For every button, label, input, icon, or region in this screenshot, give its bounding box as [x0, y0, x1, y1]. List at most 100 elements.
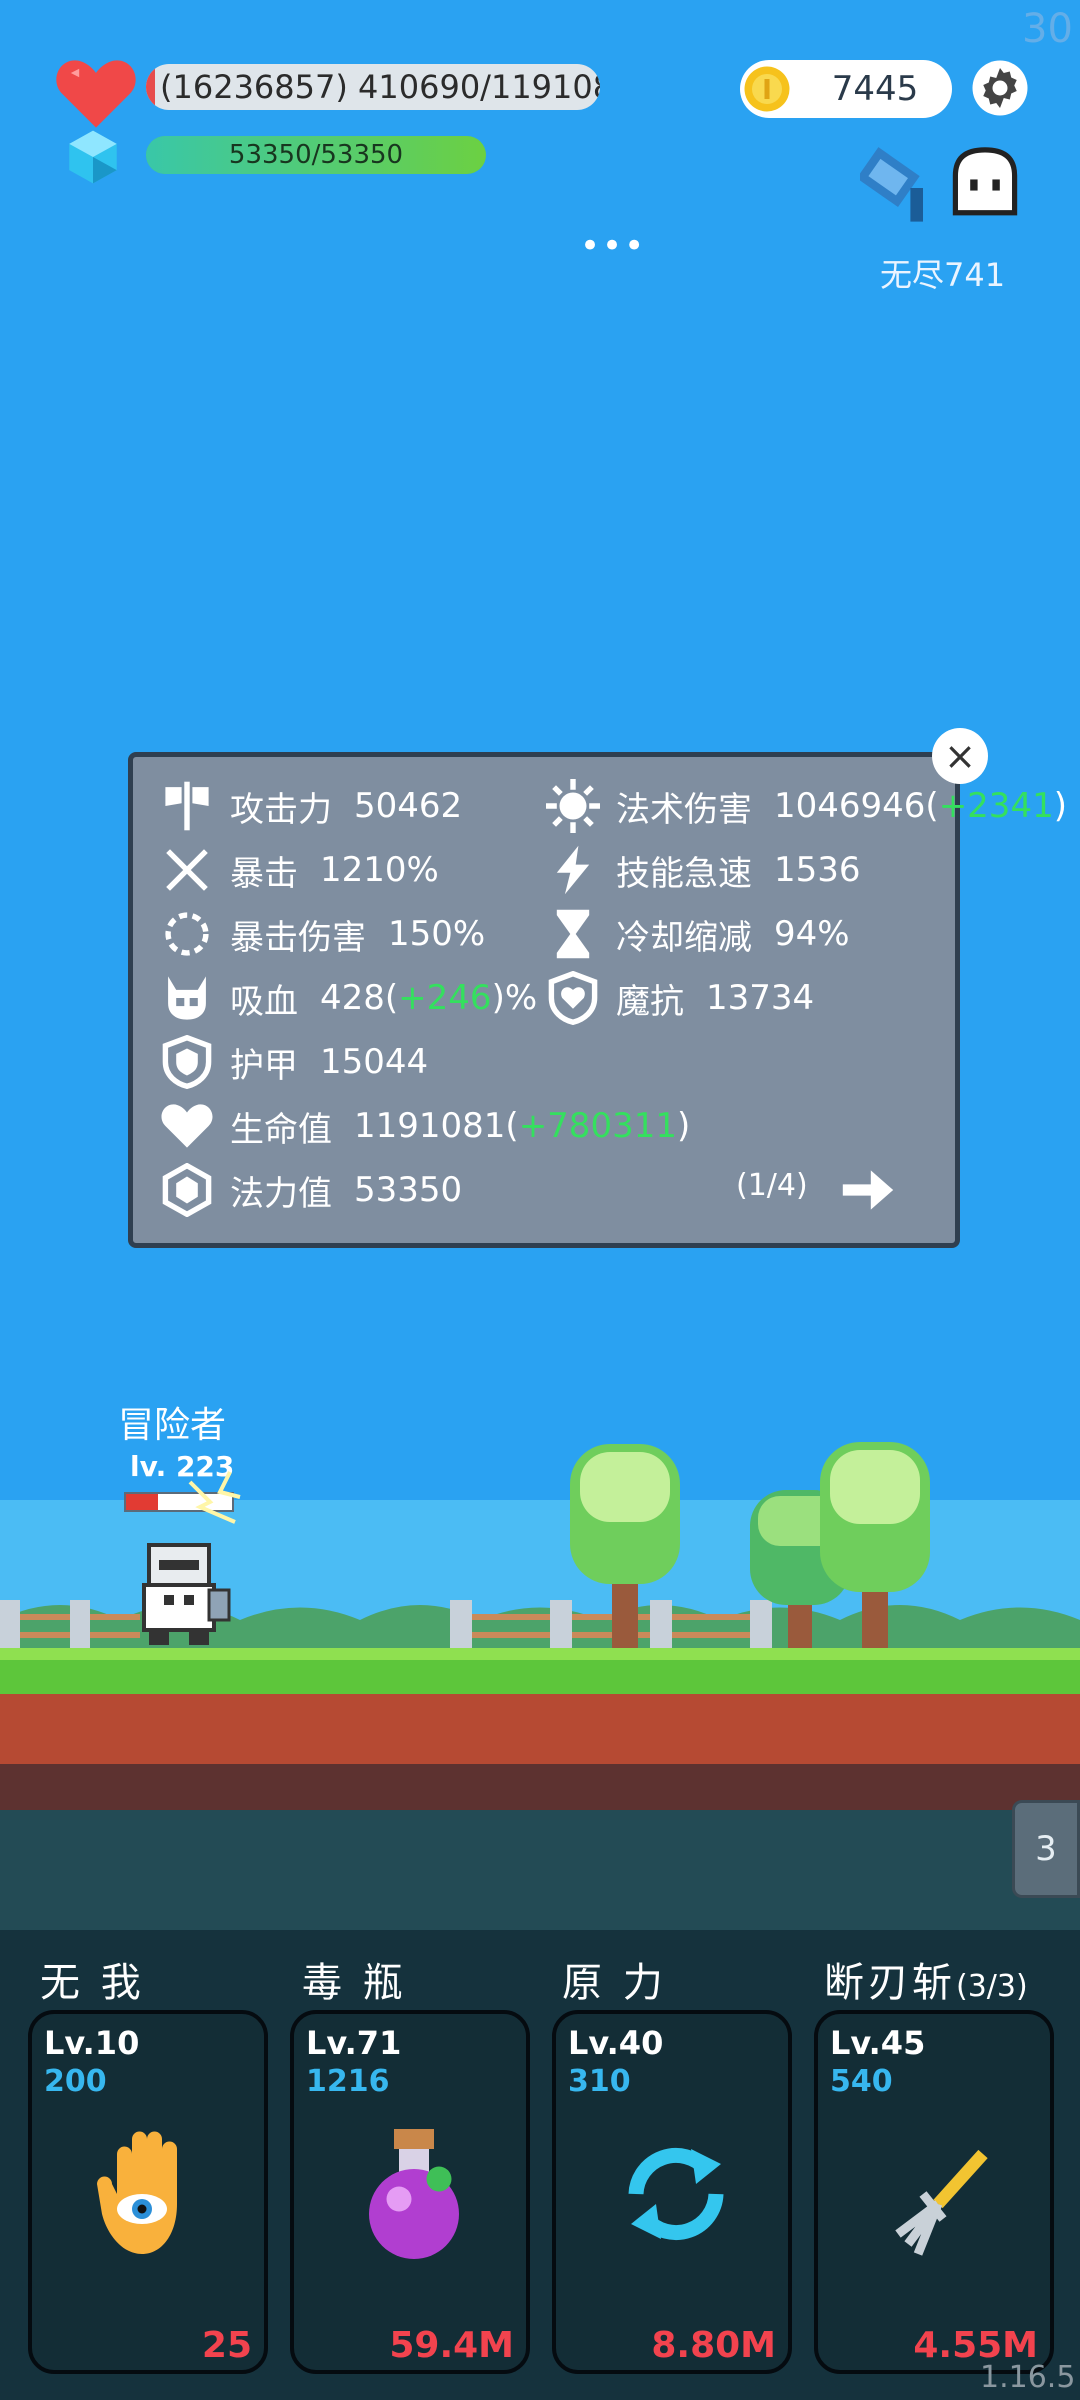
hp-text: (16236857) 410690/1191081 — [160, 68, 600, 106]
stat-name: 魔抗 — [616, 981, 684, 1022]
skill-title-text: 无 我 — [40, 1960, 145, 2006]
lifesteal-icon — [168, 976, 206, 1020]
stat-value: 53350 — [354, 1170, 463, 1210]
magic-shield-icon — [548, 971, 598, 1025]
skill-title-4: 断刃斩(3/3) — [824, 1950, 1028, 2008]
skill-title-1: 无 我 — [40, 1950, 145, 2008]
dark-dirt-layer — [0, 1764, 1080, 1810]
stat-spell-damage: 法术伤害 1046946(+2341) — [546, 778, 1067, 834]
skill-title-3: 原 力 — [562, 1950, 667, 2008]
skill-title-text: 断刃斩 — [824, 1960, 956, 2006]
mp-text: 53350/53350 — [228, 140, 404, 170]
mana-icon — [162, 1163, 212, 1217]
stat-magic-resist: 魔抗 13734 — [546, 970, 814, 1026]
eye-hand-icon — [97, 2131, 177, 2254]
stat-crit: 暴击 1210% — [160, 842, 439, 898]
stat-lifesteal: 吸血 428(+246)% — [160, 970, 537, 1026]
stat-bonus: +246 — [398, 978, 492, 1018]
crit-icon — [166, 849, 208, 891]
lightning-effect-icon — [188, 1471, 241, 1524]
skill-card-3[interactable]: Lv.40 310 8.80M — [552, 2010, 792, 2374]
dirt-layer — [0, 1694, 1080, 1764]
skill-cost: 25 — [201, 2325, 252, 2366]
tree — [570, 1444, 680, 1654]
heart-icon — [56, 60, 136, 128]
stat-name: 技能急速 — [616, 853, 752, 894]
stat-suffix: ) — [676, 1106, 691, 1146]
endless-mode-label: 无尽741 — [880, 256, 1006, 294]
stat-value: 150% — [388, 914, 486, 954]
refresh-icon — [628, 2147, 724, 2241]
more-menu-button[interactable]: ••• — [580, 226, 646, 266]
stat-name: 暴击伤害 — [230, 917, 366, 958]
close-button[interactable]: × — [932, 728, 988, 784]
crit-damage-icon — [165, 912, 209, 956]
skill-power: 200 — [44, 2064, 107, 2099]
side-tab[interactable]: 3 — [1012, 1800, 1080, 1898]
stat-health: 生命值 1191081(+780311) — [160, 1098, 690, 1154]
skill-level: Lv.71 — [306, 2024, 402, 2062]
stat-bonus: +2341 — [938, 786, 1054, 826]
skill-power: 540 — [830, 2064, 893, 2099]
stat-name: 法术伤害 — [616, 789, 752, 830]
stat-attack: 攻击力 50462 — [160, 778, 462, 834]
mana-gem-icon — [69, 130, 117, 184]
lightning-icon — [556, 845, 590, 895]
trident-icon — [895, 2149, 988, 2256]
skill-card-1[interactable]: Lv.10 200 25 — [28, 2010, 268, 2374]
sun-icon — [546, 779, 600, 833]
water-layer — [0, 1810, 1080, 1930]
stat-name: 法力值 — [230, 1173, 332, 1214]
skill-card-4[interactable]: Lv.45 540 4.55M — [814, 2010, 1054, 2374]
hero-hp-fill — [126, 1494, 158, 1510]
skill-cost: 59.4M — [389, 2325, 514, 2366]
stat-cooldown: 冷却缩减 94% — [546, 906, 850, 962]
stat-suffix: )% — [491, 978, 538, 1018]
gear-icon[interactable] — [970, 58, 1030, 118]
armor-icon — [162, 1035, 212, 1089]
stat-value: 94% — [774, 914, 850, 954]
knight-hero-sprite[interactable] — [128, 1540, 240, 1650]
next-arrow-icon[interactable] — [840, 1164, 896, 1216]
skill-title-text: 原 力 — [562, 1960, 667, 2006]
mp-bar: 53350/53350 — [146, 136, 486, 174]
stat-mana: 法力值 53350 — [160, 1162, 462, 1218]
fps-counter: 30 — [1022, 6, 1073, 52]
hp-bar: (16236857) 410690/1191081 — [146, 64, 600, 110]
heart-stat-icon — [161, 1104, 213, 1148]
stat-armor: 护甲 15044 — [160, 1034, 428, 1090]
stat-suffix: ) — [1053, 786, 1067, 826]
skill-power: 1216 — [306, 2064, 390, 2099]
ghost-icon[interactable] — [948, 146, 1022, 224]
stat-value: 1046946( — [774, 786, 939, 826]
fence — [0, 1600, 140, 1650]
stat-name: 护甲 — [230, 1045, 298, 1086]
stat-value: 1191081( — [354, 1106, 519, 1146]
stat-name: 冷却缩减 — [616, 917, 752, 958]
page-indicator: (1/4) — [736, 1168, 808, 1203]
hourglass-icon — [556, 909, 590, 959]
tree — [820, 1442, 930, 1660]
stat-value: 13734 — [706, 978, 815, 1018]
stat-crit-damage: 暴击伤害 150% — [160, 906, 485, 962]
coin-icon — [744, 66, 790, 112]
skill-power: 310 — [568, 2064, 631, 2099]
stat-skill-haste: 技能急速 1536 — [546, 842, 861, 898]
stat-value: 1536 — [774, 850, 861, 890]
skill-cost: 8.80M — [651, 2325, 776, 2366]
gold-amount: 7445 — [831, 69, 919, 109]
stat-name: 生命值 — [230, 1109, 332, 1150]
poison-bottle-icon — [369, 2129, 459, 2259]
hero-name: 冒险者 — [118, 1405, 227, 1446]
axe-icon — [165, 781, 209, 831]
hp-bar-fill — [146, 64, 156, 110]
stat-bonus: +780311 — [518, 1106, 677, 1146]
skill-card-2[interactable]: Lv.71 1216 59.4M — [290, 2010, 530, 2374]
stat-value: 428( — [320, 978, 399, 1018]
stat-name: 吸血 — [230, 981, 298, 1022]
skill-level: Lv.10 — [44, 2024, 140, 2062]
stat-value: 15044 — [320, 1042, 429, 1082]
pixel-flag-icon[interactable] — [860, 146, 944, 230]
stat-value: 1210% — [320, 850, 439, 890]
stat-name: 暴击 — [230, 853, 298, 894]
